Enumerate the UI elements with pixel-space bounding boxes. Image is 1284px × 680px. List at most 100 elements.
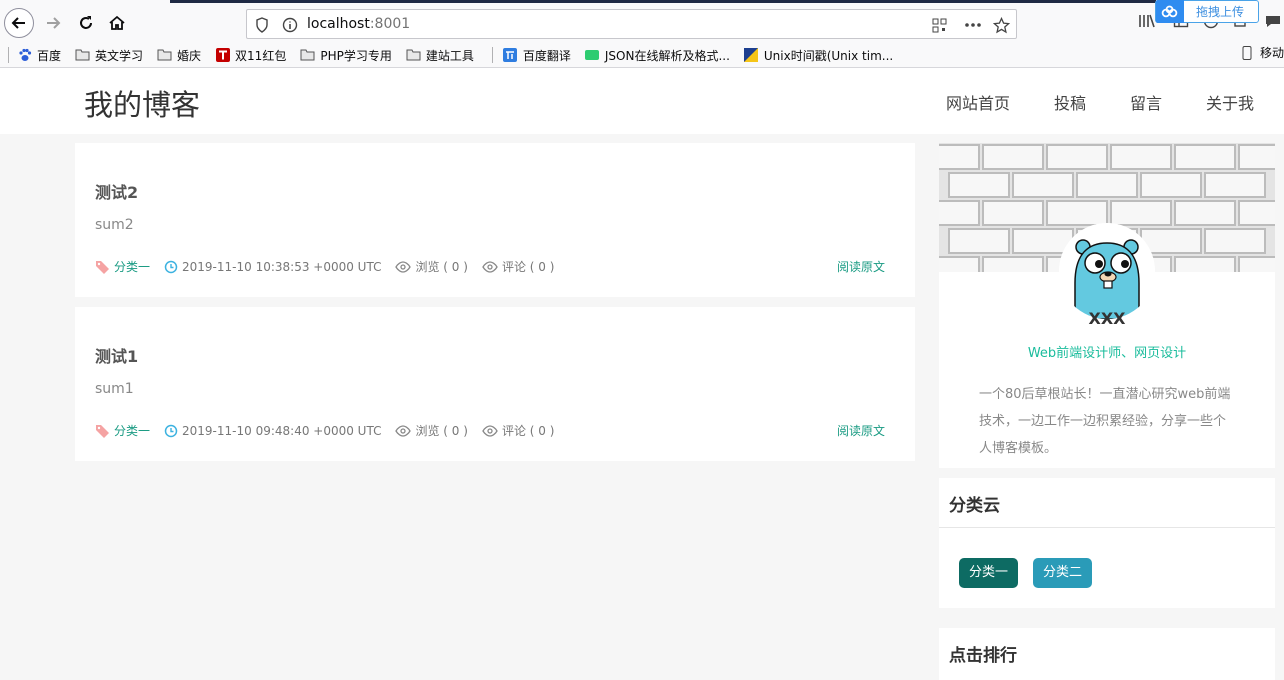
time-label: 2019-11-10 10:38:53 +0000 UTC	[182, 259, 382, 274]
bookmark-unix-time[interactable]: Unix时间戳(Unix tim...	[744, 47, 893, 64]
site-logo[interactable]: 我的博客	[84, 82, 200, 124]
url-port: :8001	[369, 16, 411, 32]
reload-icon	[80, 16, 92, 29]
avatar[interactable]	[1059, 223, 1155, 319]
divider	[939, 527, 1275, 528]
json-icon	[585, 48, 600, 62]
time-label: 2019-11-10 09:48:40 +0000 UTC	[182, 423, 382, 438]
article-card: 测试2 sum2 分类一 2019-11-10 10:38:53 +0000 U…	[75, 143, 915, 297]
bookmark-folder-wedding[interactable]: 婚庆	[157, 47, 201, 64]
folder-icon	[75, 48, 90, 62]
star-icon[interactable]	[992, 16, 1010, 34]
home-icon	[109, 15, 125, 30]
qr-code-icon[interactable]	[930, 16, 948, 34]
bookmark-separator	[8, 47, 9, 63]
tab-strip	[170, 0, 1156, 3]
bookmark-folder-php[interactable]: PHP学习专用	[300, 47, 392, 64]
bookmark-folder-tools[interactable]: 建站工具	[406, 47, 474, 64]
read-more-link[interactable]: 阅读原文	[837, 258, 885, 275]
article-category[interactable]: 分类一	[95, 422, 150, 439]
read-more-link[interactable]: 阅读原文	[837, 422, 885, 439]
article-time: 2019-11-10 09:48:40 +0000 UTC	[164, 424, 381, 438]
profile-description: 一个80后草根站长！一直潜心研究web前端技术，一边工作一边积累经验，分享一些个…	[979, 387, 1231, 456]
tag-icon	[96, 424, 109, 438]
bookmark-label: 百度	[37, 48, 62, 63]
bookmarks-bar: 百度 英文学习 婚庆 双11红包 PHP学习专用 建站工具 百度翻译 JSON在…	[0, 44, 1284, 66]
category-cloud-title: 分类云	[949, 496, 1000, 516]
site-header: 我的博客 网站首页 投稿 留言 关于我	[0, 68, 1284, 134]
bookmark-folder-english[interactable]: 英文学习	[75, 47, 143, 64]
ranking-title: 点击排行	[949, 646, 1017, 666]
bookmark-label: 建站工具	[425, 48, 474, 63]
url-host: localhost	[307, 16, 370, 32]
clock-icon	[164, 260, 178, 273]
more-icon[interactable]	[964, 16, 982, 34]
paw-icon	[17, 48, 32, 62]
article-comments: 评论 ( 0 )	[482, 258, 554, 275]
bookmark-json[interactable]: JSON在线解析及格式...	[585, 47, 730, 64]
home-button[interactable]	[102, 8, 132, 38]
eye-icon	[395, 424, 412, 437]
article-meta: 分类一 2019-11-10 09:48:40 +0000 UTC 浏览 ( 0…	[95, 422, 568, 439]
unix-time-icon	[744, 48, 759, 62]
arrow-right-icon	[47, 17, 61, 29]
chat-icon[interactable]	[1262, 10, 1284, 32]
bookmark-label: JSON在线解析及格式...	[604, 48, 730, 63]
eye-icon	[482, 424, 498, 437]
cloud-icon	[1156, 0, 1184, 23]
profile-role: Web前端设计师、网页设计	[1027, 346, 1187, 361]
category-tag[interactable]: 分类二	[1033, 558, 1093, 588]
article-card: 测试1 sum1 分类一 2019-11-10 09:48:40 +0000 U…	[75, 307, 915, 461]
nav-submit[interactable]: 投稿	[1054, 90, 1086, 114]
info-icon[interactable]	[281, 16, 299, 34]
mobile-icon	[1240, 45, 1255, 60]
eye-icon	[395, 260, 412, 273]
bookmark-mobile[interactable]: 移动	[1240, 44, 1284, 61]
category-label: 分类一	[114, 260, 151, 274]
nav-home[interactable]: 网站首页	[946, 90, 1010, 114]
tag-icon	[96, 260, 109, 274]
clock-icon	[164, 424, 178, 437]
folder-icon	[157, 48, 172, 62]
category-tag[interactable]: 分类一	[959, 558, 1019, 588]
article-summary: sum1	[95, 381, 134, 397]
bookmark-label: 英文学习	[95, 48, 144, 63]
tmall-icon	[215, 48, 230, 62]
category-label: 分类一	[114, 424, 151, 438]
article-title[interactable]: 测试1	[95, 343, 138, 367]
article-comments: 评论 ( 0 )	[482, 422, 554, 439]
reload-button[interactable]	[71, 8, 101, 38]
bookmark-baidu-translate[interactable]: 百度翻译	[503, 47, 571, 64]
nav-message[interactable]: 留言	[1130, 90, 1162, 114]
address-bar[interactable]: localhost:8001	[246, 9, 1017, 39]
article-views: 浏览 ( 0 )	[395, 422, 468, 439]
back-button[interactable]	[4, 8, 34, 38]
article-category[interactable]: 分类一	[95, 258, 150, 275]
upload-label: 拖拽上传	[1196, 5, 1245, 19]
url-text[interactable]: localhost:8001	[307, 16, 410, 32]
comments-label: 评论 ( 0 )	[501, 260, 555, 274]
bookmark-double11[interactable]: 双11红包	[215, 47, 286, 64]
baidu-upload-widget[interactable]: 拖拽上传	[1155, 0, 1259, 23]
bookmark-label: 双11红包	[235, 48, 287, 63]
article-time: 2019-11-10 10:38:53 +0000 UTC	[164, 260, 381, 274]
bookmark-label: 移动	[1259, 46, 1284, 60]
article-title[interactable]: 测试2	[95, 179, 138, 203]
comments-label: 评论 ( 0 )	[501, 424, 555, 438]
forward-button[interactable]	[38, 8, 68, 38]
shield-icon[interactable]	[253, 16, 271, 34]
article-summary: sum2	[95, 217, 134, 233]
category-cloud: 分类云 分类一 分类二	[939, 478, 1275, 608]
folder-icon	[300, 48, 315, 62]
folder-icon	[406, 48, 421, 62]
profile-card: XXX Web前端设计师、网页设计 一个80后草根站长！一直潜心研究web前端技…	[939, 143, 1275, 468]
views-label: 浏览 ( 0 )	[415, 260, 468, 274]
bookmark-label: Unix时间戳(Unix tim...	[763, 48, 894, 63]
main-nav: 网站首页 投稿 留言 关于我	[902, 90, 1254, 114]
bookmark-label: 百度翻译	[522, 48, 571, 63]
gopher-icon	[1059, 223, 1155, 319]
translate-icon	[503, 48, 518, 62]
bookmark-baidu[interactable]: 百度	[17, 47, 61, 64]
nav-about[interactable]: 关于我	[1206, 90, 1254, 114]
bookmark-label: PHP学习专用	[320, 48, 392, 63]
